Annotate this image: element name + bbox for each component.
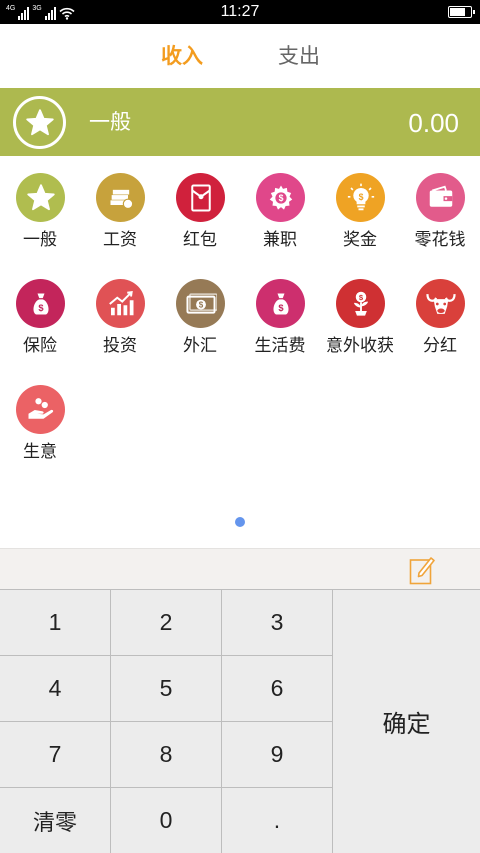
- tab-expense[interactable]: 支出: [278, 44, 320, 68]
- svg-text:$: $: [278, 193, 283, 203]
- type-tabs: 收入 支出: [0, 24, 480, 88]
- key-2[interactable]: 2: [111, 590, 221, 655]
- category-label: 投资: [103, 336, 137, 356]
- category-item[interactable]: 生意: [0, 368, 80, 468]
- number-keypad: 1 2 3 4 5 6 7 8 9 清零 0. 确定: [0, 589, 480, 853]
- star-icon: [13, 96, 66, 149]
- gear-icon: $: [256, 173, 305, 222]
- key-3[interactable]: 3: [222, 590, 332, 655]
- chart-up-icon: [96, 279, 145, 328]
- svg-text:$: $: [38, 303, 44, 313]
- category-item[interactable]: 工资: [80, 156, 160, 256]
- key-4[interactable]: 4: [0, 656, 110, 721]
- money-bag-icon: $: [16, 279, 65, 328]
- battery-icon: [448, 6, 475, 18]
- category-label: 生活费: [254, 336, 306, 356]
- red-envelope-icon: [176, 173, 225, 222]
- selected-category-bar: 一般 0.00: [0, 88, 480, 156]
- banknote-icon: $: [176, 279, 225, 328]
- wallet-icon: [416, 173, 465, 222]
- key-6[interactable]: 6: [222, 656, 332, 721]
- tab-income[interactable]: 收入: [161, 44, 203, 68]
- clear-button[interactable]: 清零: [0, 788, 110, 853]
- category-item[interactable]: 分红: [400, 262, 480, 362]
- category-item[interactable]: 一般: [0, 156, 80, 256]
- key-0[interactable]: 0: [111, 788, 221, 853]
- category-label: 生意: [23, 442, 57, 462]
- key-9[interactable]: 9: [222, 722, 332, 787]
- page-indicator-dot: [235, 517, 245, 527]
- svg-text:$: $: [278, 303, 284, 313]
- key-7[interactable]: 7: [0, 722, 110, 787]
- category-label: 分红: [423, 336, 457, 356]
- category-label: 一般: [23, 230, 57, 250]
- amount-display: 0.00: [408, 108, 459, 138]
- hand-coins-icon: [16, 385, 65, 434]
- lightbulb-icon: $: [336, 173, 385, 222]
- money-bag-icon: $: [256, 279, 305, 328]
- category-item[interactable]: 红包: [160, 156, 240, 256]
- selected-category-name: 一般: [89, 110, 131, 134]
- svg-text:$: $: [358, 191, 363, 201]
- category-label: 零花钱: [414, 230, 466, 250]
- category-label: 红包: [183, 230, 217, 250]
- category-item[interactable]: $ 奖金: [320, 156, 400, 256]
- category-label: 保险: [23, 336, 57, 356]
- category-item[interactable]: $ 生活费: [240, 262, 320, 362]
- category-label: 兼职: [263, 230, 297, 250]
- category-item[interactable]: 零花钱: [400, 156, 480, 256]
- category-label: 工资: [103, 230, 137, 250]
- edit-note-icon[interactable]: [409, 555, 435, 585]
- category-item[interactable]: $ 外汇: [160, 262, 240, 362]
- category-item[interactable]: 投资: [80, 262, 160, 362]
- money-stack-icon: [96, 173, 145, 222]
- svg-text:$: $: [198, 300, 203, 309]
- category-label: 外汇: [183, 336, 217, 356]
- key-decimal[interactable]: .: [222, 788, 332, 853]
- category-label: 意外收获: [326, 336, 394, 356]
- bull-icon: [416, 279, 465, 328]
- status-bar: 4G 3G 11:27: [0, 0, 480, 24]
- key-1[interactable]: 1: [0, 590, 110, 655]
- key-5[interactable]: 5: [111, 656, 221, 721]
- status-time: 11:27: [220, 3, 260, 20]
- confirm-button[interactable]: 确定: [333, 590, 480, 853]
- category-item[interactable]: $ 兼职: [240, 156, 320, 256]
- battery-level: [450, 8, 466, 16]
- note-bar: [0, 548, 480, 589]
- star-icon: [16, 173, 65, 222]
- category-label: 奖金: [343, 230, 377, 250]
- category-item[interactable]: $ 保险: [0, 262, 80, 362]
- category-item[interactable]: $ 意外收获: [320, 262, 400, 362]
- money-plant-icon: $: [336, 279, 385, 328]
- key-8[interactable]: 8: [111, 722, 221, 787]
- category-grid: 一般 工资 红包 $ 兼职 $ 奖金 零花钱 $ 保险 投资 $ 外汇 $ 生活费 $ 意外收获 分红生意: [0, 156, 480, 548]
